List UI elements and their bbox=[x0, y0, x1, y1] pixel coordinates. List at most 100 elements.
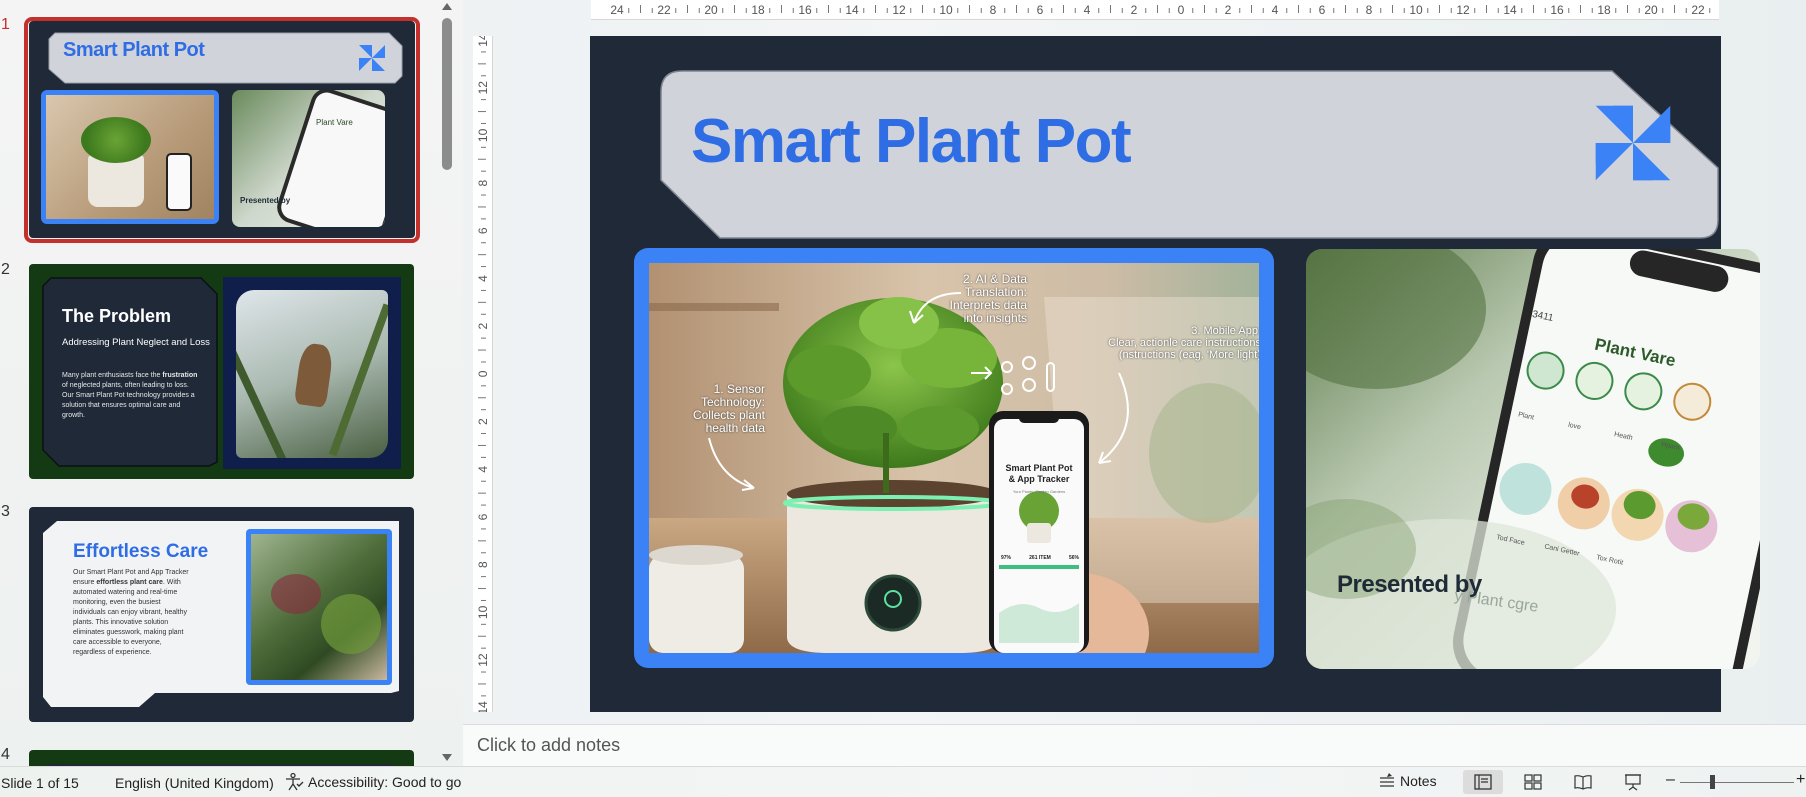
notes-button-label: Notes bbox=[1400, 773, 1437, 789]
slide-editor: 2422201816141210864202468101214161820222… bbox=[463, 0, 1806, 720]
ruler-label: 8 bbox=[476, 179, 490, 186]
thumb-2-title: The Problem bbox=[62, 306, 172, 326]
slide-thumbnail-pane[interactable]: 1 Smart Plant Pot Plant Vare Presented b… bbox=[0, 0, 463, 766]
slide-number-1: 1 bbox=[1, 16, 10, 33]
notes-pane[interactable]: Click to add notes bbox=[463, 724, 1806, 766]
ruler-label: 20 bbox=[1644, 3, 1658, 17]
ruler-label: 16 bbox=[1550, 3, 1564, 17]
zoom-slider-track[interactable] bbox=[1680, 782, 1794, 783]
ruler-label: 0 bbox=[1178, 3, 1185, 17]
infographic-image[interactable]: 1. Sensor Technology: Collects plant hea… bbox=[649, 263, 1259, 653]
scroll-up-icon[interactable] bbox=[442, 3, 452, 10]
ruler-label: 24 bbox=[610, 3, 624, 17]
accessibility-status[interactable]: Accessibility: Good to go bbox=[284, 772, 461, 792]
ruler-label: 4 bbox=[476, 466, 490, 473]
main-slide-canvas[interactable]: Smart Plant Pot 1. Sensor Technology: Co… bbox=[590, 36, 1760, 712]
thumb-1-side-photo: Plant Vare Presented by bbox=[232, 90, 385, 227]
thumb-3-title: Effortless Care bbox=[73, 541, 209, 562]
slide-number-4: 4 bbox=[1, 746, 10, 763]
horizontal-ruler-scale: 2422201816141210864202468101214161820222… bbox=[610, 3, 1752, 17]
logo-icon[interactable] bbox=[1590, 100, 1676, 186]
vertical-ruler-scale: 14 12 10 8 6 4 2 0 2 4 6 8 10 12 14 bbox=[476, 33, 490, 714]
logo-icon bbox=[359, 45, 385, 71]
ruler-label: 14 bbox=[476, 36, 490, 47]
ruler-label: 2 bbox=[476, 323, 490, 330]
zoom-out-button[interactable]: – bbox=[1666, 771, 1675, 789]
reading-view-button[interactable] bbox=[1563, 770, 1603, 794]
ruler-label: 14 bbox=[1503, 3, 1517, 17]
ruler-label: 8 bbox=[990, 3, 997, 17]
ruler-label: 22 bbox=[657, 3, 671, 17]
ruler-label: 12 bbox=[1456, 3, 1470, 17]
scroll-down-icon[interactable] bbox=[442, 754, 452, 761]
ruler-label: 14 bbox=[476, 701, 490, 712]
slide-number-2: 2 bbox=[1, 261, 10, 278]
zoom-in-button[interactable]: + bbox=[1796, 771, 1805, 789]
ruler-label: 20 bbox=[704, 3, 718, 17]
accessibility-label: Accessibility: Good to go bbox=[308, 774, 462, 790]
thumb-1-phone-title: Plant Vare bbox=[316, 118, 353, 127]
thumb-2-body: Many plant enthusiasts face the frustrat… bbox=[62, 372, 198, 419]
phone-app-title: Smart Plant Pot & App Tracker bbox=[1005, 463, 1073, 484]
slide-counter[interactable]: Slide 1 of 15 bbox=[1, 775, 79, 791]
ruler-label: 8 bbox=[1366, 3, 1373, 17]
accessibility-icon bbox=[286, 772, 304, 791]
slide-sorter-icon bbox=[1524, 774, 1542, 790]
normal-view-icon bbox=[1474, 774, 1492, 790]
step-3-label: 3. Mobile App: Clear, actionle care inst… bbox=[1108, 325, 1259, 361]
thumb-1-title: Smart Plant Pot bbox=[63, 39, 205, 61]
slide-thumbnail-4[interactable] bbox=[29, 750, 414, 766]
ruler-label: 10 bbox=[476, 605, 490, 619]
scrollbar-thumb[interactable] bbox=[442, 18, 452, 170]
slide-number-3: 3 bbox=[1, 503, 10, 520]
phone-app-stats: 97% 261 ITEM 56% bbox=[1001, 555, 1079, 561]
slide-sorter-button[interactable] bbox=[1513, 770, 1553, 794]
ruler-label: 18 bbox=[751, 3, 765, 17]
slide-thumbnail-2[interactable]: The Problem Addressing Plant Neglect and… bbox=[29, 264, 414, 479]
vertical-ruler: 14 12 10 8 6 4 2 0 2 4 6 8 10 12 14 bbox=[473, 33, 493, 714]
slide-thumbnail-3[interactable]: Effortless Care Our Smart Plant Pot and … bbox=[29, 507, 414, 722]
ruler-label: 6 bbox=[1037, 3, 1044, 17]
thumb-1-hero-photo bbox=[46, 95, 214, 219]
zoom-slider-thumb[interactable] bbox=[1710, 775, 1715, 789]
normal-view-button[interactable] bbox=[1463, 770, 1503, 794]
slide-thumbnail-1[interactable]: Smart Plant Pot Plant Vare Presented by bbox=[29, 21, 415, 238]
thumb-3-photo bbox=[251, 534, 387, 680]
step-1-label: 1. Sensor Technology: Collects plant hea… bbox=[692, 382, 765, 435]
thumbnail-scrollbar[interactable] bbox=[438, 0, 456, 766]
ruler-label: 18 bbox=[1597, 3, 1611, 17]
ruler-label: 12 bbox=[476, 653, 490, 667]
slideshow-button[interactable] bbox=[1613, 770, 1653, 794]
ruler-label: 4 bbox=[476, 275, 490, 282]
notes-button[interactable]: Notes bbox=[1378, 772, 1437, 790]
step-2-label: 2. AI & Data Translation: Interprets dat… bbox=[949, 272, 1027, 325]
thumb-2-subtitle: Addressing Plant Neglect and Loss bbox=[62, 337, 210, 348]
reading-view-icon bbox=[1574, 775, 1592, 790]
notes-icon bbox=[1380, 773, 1394, 787]
slide-title[interactable]: Smart Plant Pot bbox=[691, 106, 1132, 177]
ruler-label: 8 bbox=[476, 561, 490, 568]
app-screenshot-image[interactable]: 3411 Plant Vare Plant love Heath Hpant T… bbox=[1306, 249, 1760, 669]
ruler-label: 2 bbox=[1131, 3, 1138, 17]
phone-app-subtitle: Your Plants: Garden Gardens bbox=[1012, 489, 1066, 494]
thumb-3-body: Our Smart Plant Pot and App Tracker ensu… bbox=[73, 569, 189, 656]
ruler-label: 0 bbox=[476, 370, 490, 377]
ruler-label: 12 bbox=[892, 3, 906, 17]
presented-by-text[interactable]: Presented by bbox=[1337, 571, 1482, 599]
thumb-1-presented-by: Presented by bbox=[240, 196, 291, 205]
ruler-label: 2 bbox=[1225, 3, 1232, 17]
ruler-label: 10 bbox=[1409, 3, 1423, 17]
ruler-label: 6 bbox=[1319, 3, 1326, 17]
notes-placeholder[interactable]: Click to add notes bbox=[477, 735, 620, 756]
language-indicator[interactable]: English (United Kingdom) bbox=[115, 775, 274, 791]
ruler-label: 6 bbox=[476, 513, 490, 520]
ruler-label: 6 bbox=[476, 227, 490, 234]
ruler-label: 14 bbox=[845, 3, 859, 17]
slideshow-icon bbox=[1625, 774, 1641, 791]
ruler-label: 12 bbox=[476, 81, 490, 95]
ruler-label: 4 bbox=[1084, 3, 1091, 17]
thumb-2-photo bbox=[236, 290, 388, 458]
ruler-label: 10 bbox=[939, 3, 953, 17]
ruler-label: 10 bbox=[476, 128, 490, 142]
ruler-label: 16 bbox=[798, 3, 812, 17]
